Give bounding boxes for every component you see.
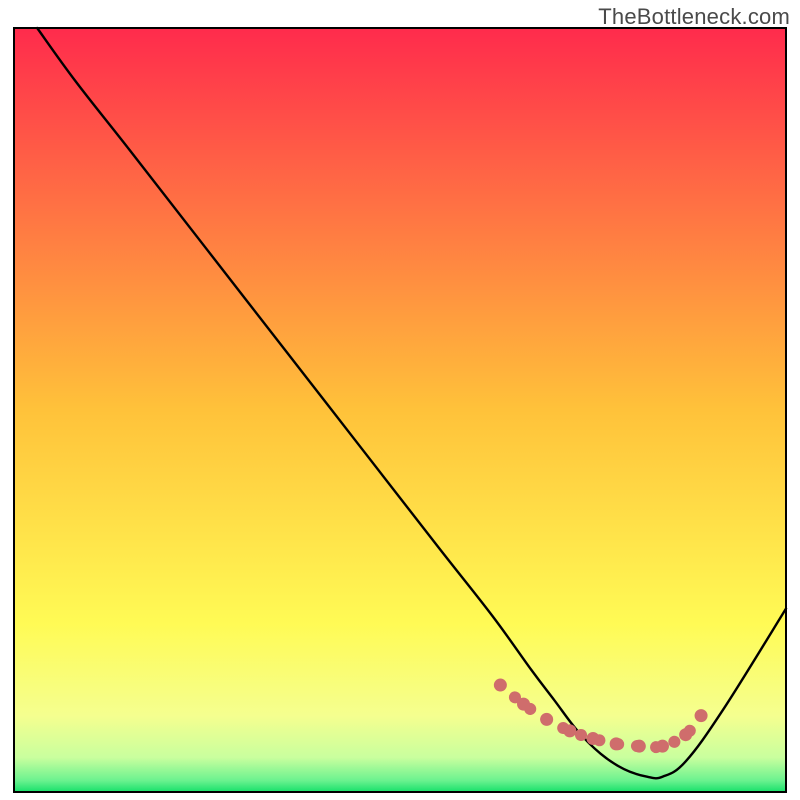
valley-marker-dot bbox=[656, 740, 669, 753]
valley-marker-dot bbox=[494, 679, 507, 692]
valley-marker-dot bbox=[587, 732, 600, 745]
valley-marker-dot bbox=[540, 713, 553, 726]
valley-marker-dot bbox=[695, 709, 708, 722]
chart-container: TheBottleneck.com bbox=[0, 0, 800, 800]
plot-background bbox=[14, 28, 786, 792]
valley-marker-dot bbox=[517, 698, 530, 711]
valley-marker-dot bbox=[610, 737, 623, 750]
bottleneck-chart bbox=[0, 0, 800, 800]
valley-marker-dot bbox=[679, 728, 692, 741]
valley-marker-dot bbox=[633, 740, 646, 753]
valley-marker-dot bbox=[563, 724, 576, 737]
